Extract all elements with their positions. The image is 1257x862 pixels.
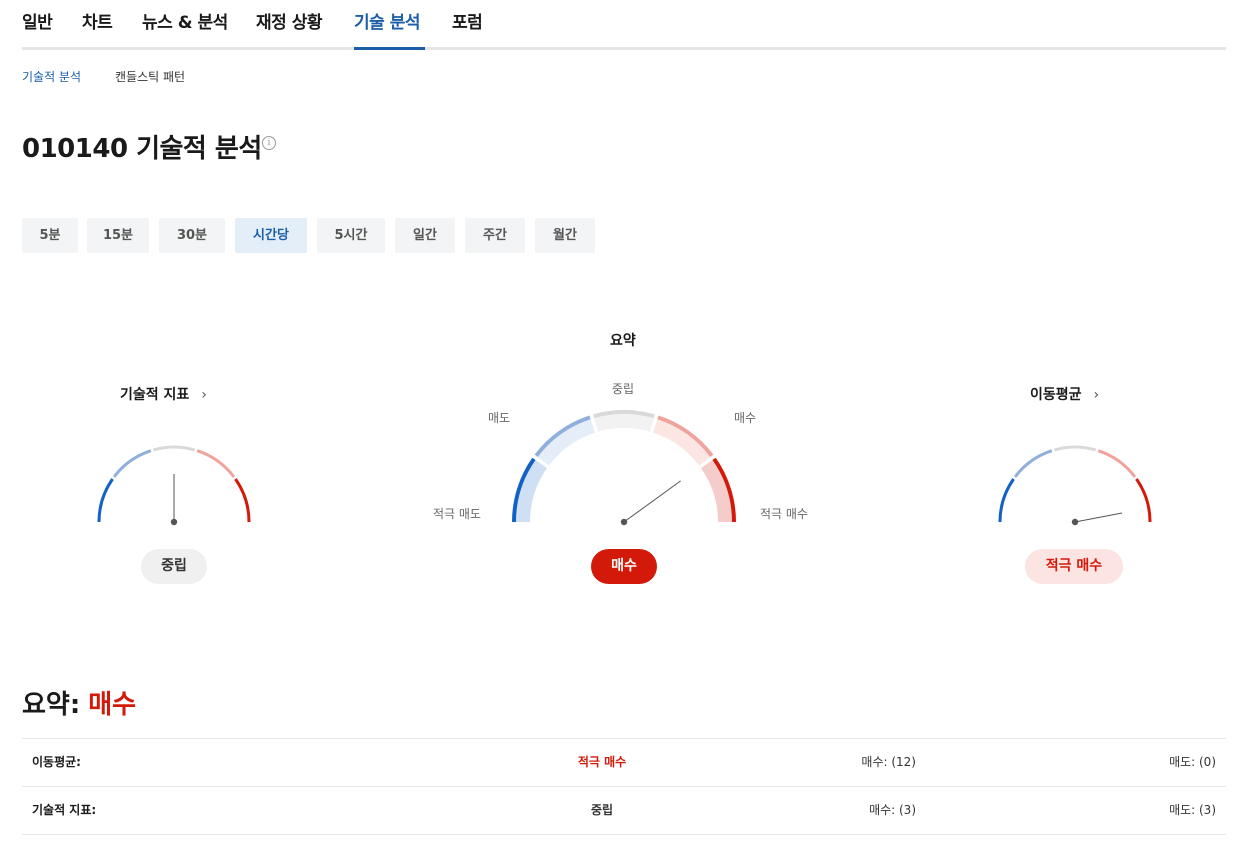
moving-averages-result-badge: 적극 매수: [1025, 549, 1123, 584]
gauge-needle: [1074, 512, 1123, 523]
table-row-moving-averages: 이동평균: 적극 매수 매수: (12) 매도: (0): [22, 739, 1226, 787]
period-daily[interactable]: 일간: [395, 218, 455, 253]
page-title: 010140 기술적 분석: [22, 134, 262, 164]
row-name: 이동평균:: [32, 755, 81, 769]
main-tabs: 일반 차트 뉴스 & 분석 재정 상황 기술 분석 포럼: [22, 0, 1226, 50]
period-15min[interactable]: 15분: [87, 218, 149, 253]
table-row-indicators: 기술적 지표: 중립 매수: (3) 매도: (3): [22, 787, 1226, 835]
active-tab-indicator: [354, 47, 425, 50]
row-signal: 적극 매수: [577, 755, 627, 769]
row-name: 기술적 지표:: [32, 803, 97, 817]
gauge-needle: [623, 480, 681, 523]
summary-gauge: [512, 410, 736, 526]
period-5hour[interactable]: 5시간: [317, 218, 385, 253]
gauge-segment-buy: [1097, 449, 1137, 478]
tab-chart[interactable]: 차트: [82, 8, 113, 33]
indicators-result-badge: 중립: [141, 549, 207, 584]
period-5min[interactable]: 5분: [22, 218, 78, 253]
row-sell-count: 매도: (0): [1169, 755, 1216, 769]
gauge-needle-pivot: [620, 518, 628, 526]
gauge-segment-sell: [112, 449, 152, 478]
gauge-needle-pivot: [170, 518, 178, 526]
subtab-candlestick-patterns[interactable]: 캔들스틱 패턴: [115, 68, 185, 85]
tab-general[interactable]: 일반: [22, 8, 53, 33]
gauge-needle-pivot: [1071, 518, 1079, 526]
gauge-fill-strong-buy: [701, 460, 732, 522]
tab-forum[interactable]: 포럼: [452, 8, 483, 33]
row-signal: 중립: [590, 803, 614, 817]
gauge-label-strong-sell: 적극 매도: [433, 507, 481, 521]
row-buy-count: 매수: (3): [869, 803, 916, 817]
gauge-segment-neutral: [1053, 445, 1097, 452]
moving-averages-gauge-title[interactable]: 이동평균 ›: [1030, 384, 1099, 404]
period-monthly[interactable]: 월간: [535, 218, 595, 253]
summary-result-badge: 매수: [591, 549, 657, 584]
moving-averages-title-text: 이동평균: [1030, 387, 1082, 403]
chevron-right-icon: ›: [1093, 387, 1100, 403]
gauge-segment-strong-buy: [1135, 478, 1152, 523]
period-weekly[interactable]: 주간: [465, 218, 525, 253]
tab-news-analysis[interactable]: 뉴스 & 분석: [142, 8, 228, 33]
chevron-right-icon: ›: [201, 387, 207, 403]
gauge-segment-strong-sell: [998, 478, 1015, 523]
gauge-segment-strong-sell: [97, 478, 114, 523]
summary-gauge-title: 요약: [610, 333, 636, 349]
gauge-segment-neutral: [152, 445, 196, 452]
gauge-segment-buy: [196, 449, 236, 478]
summary-table: 이동평균: 적극 매수 매수: (12) 매도: (0) 기술적 지표: 중립 …: [22, 738, 1226, 835]
gauge-fill-neutral: [594, 414, 654, 432]
indicators-gauge: [97, 445, 251, 526]
tab-financials[interactable]: 재정 상황: [256, 8, 322, 33]
gauge-label-strong-buy: 적극 매수: [760, 507, 808, 521]
gauge-segment-sell: [1013, 449, 1053, 478]
summary-heading-value: 매수: [88, 690, 137, 720]
period-hourly[interactable]: 시간당: [235, 218, 307, 253]
info-icon[interactable]: i: [262, 136, 276, 150]
subtab-technical-analysis[interactable]: 기술적 분석: [22, 68, 81, 85]
row-sell-count: 매도: (3): [1169, 803, 1216, 817]
indicators-title-text: 기술적 지표: [120, 387, 190, 403]
tab-technical[interactable]: 기술 분석: [354, 8, 420, 33]
indicators-gauge-title[interactable]: 기술적 지표 ›: [120, 384, 207, 404]
row-buy-count: 매수: (12): [861, 755, 916, 769]
period-30min[interactable]: 30분: [159, 218, 225, 253]
gauge-segment-strong-buy: [234, 478, 251, 523]
gauge-fill-strong-sell: [516, 460, 547, 522]
moving-averages-gauge: [998, 445, 1152, 526]
summary-heading: 요약: 매수: [22, 684, 136, 721]
summary-heading-label: 요약:: [22, 690, 81, 720]
